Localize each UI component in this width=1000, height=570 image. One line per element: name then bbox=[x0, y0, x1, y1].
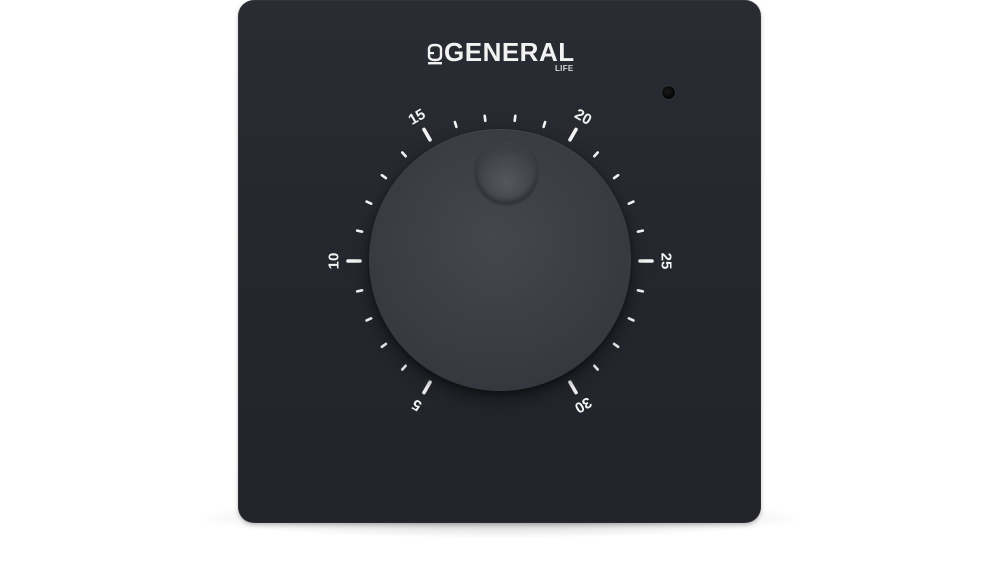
knob-grip[interactable] bbox=[475, 141, 538, 204]
minor-tick bbox=[483, 114, 487, 123]
major-tick bbox=[422, 380, 432, 395]
scale-label-10: 10 bbox=[326, 253, 343, 270]
minor-tick bbox=[513, 114, 517, 123]
scale-label-30: 30 bbox=[572, 393, 595, 416]
minor-tick bbox=[627, 316, 635, 322]
minor-tick bbox=[636, 288, 645, 293]
minor-tick bbox=[592, 151, 600, 158]
minor-tick bbox=[401, 364, 407, 371]
temperature-knob[interactable] bbox=[369, 129, 631, 391]
minor-tick bbox=[612, 173, 620, 180]
minor-tick bbox=[380, 342, 388, 349]
minor-tick bbox=[592, 364, 600, 371]
major-tick bbox=[568, 127, 578, 142]
minor-tick bbox=[453, 120, 458, 129]
major-tick bbox=[568, 380, 578, 395]
minor-tick bbox=[542, 120, 547, 129]
minor-tick bbox=[355, 288, 364, 293]
minor-tick bbox=[627, 200, 635, 205]
minor-tick bbox=[355, 229, 364, 233]
minor-tick bbox=[636, 229, 645, 233]
major-tick bbox=[422, 127, 432, 142]
minor-tick bbox=[365, 316, 373, 322]
scale-label-25: 25 bbox=[658, 253, 675, 270]
scale-label-20: 20 bbox=[572, 106, 595, 129]
product-stage: GENERAL LIFE 5 10 15 20 25 30 bbox=[0, 0, 1000, 570]
minor-tick bbox=[380, 173, 388, 180]
minor-tick bbox=[612, 342, 620, 349]
minor-tick bbox=[401, 151, 407, 158]
scale-label-15: 15 bbox=[406, 106, 429, 129]
scale-label-5: 5 bbox=[409, 395, 425, 414]
minor-tick bbox=[365, 200, 373, 205]
